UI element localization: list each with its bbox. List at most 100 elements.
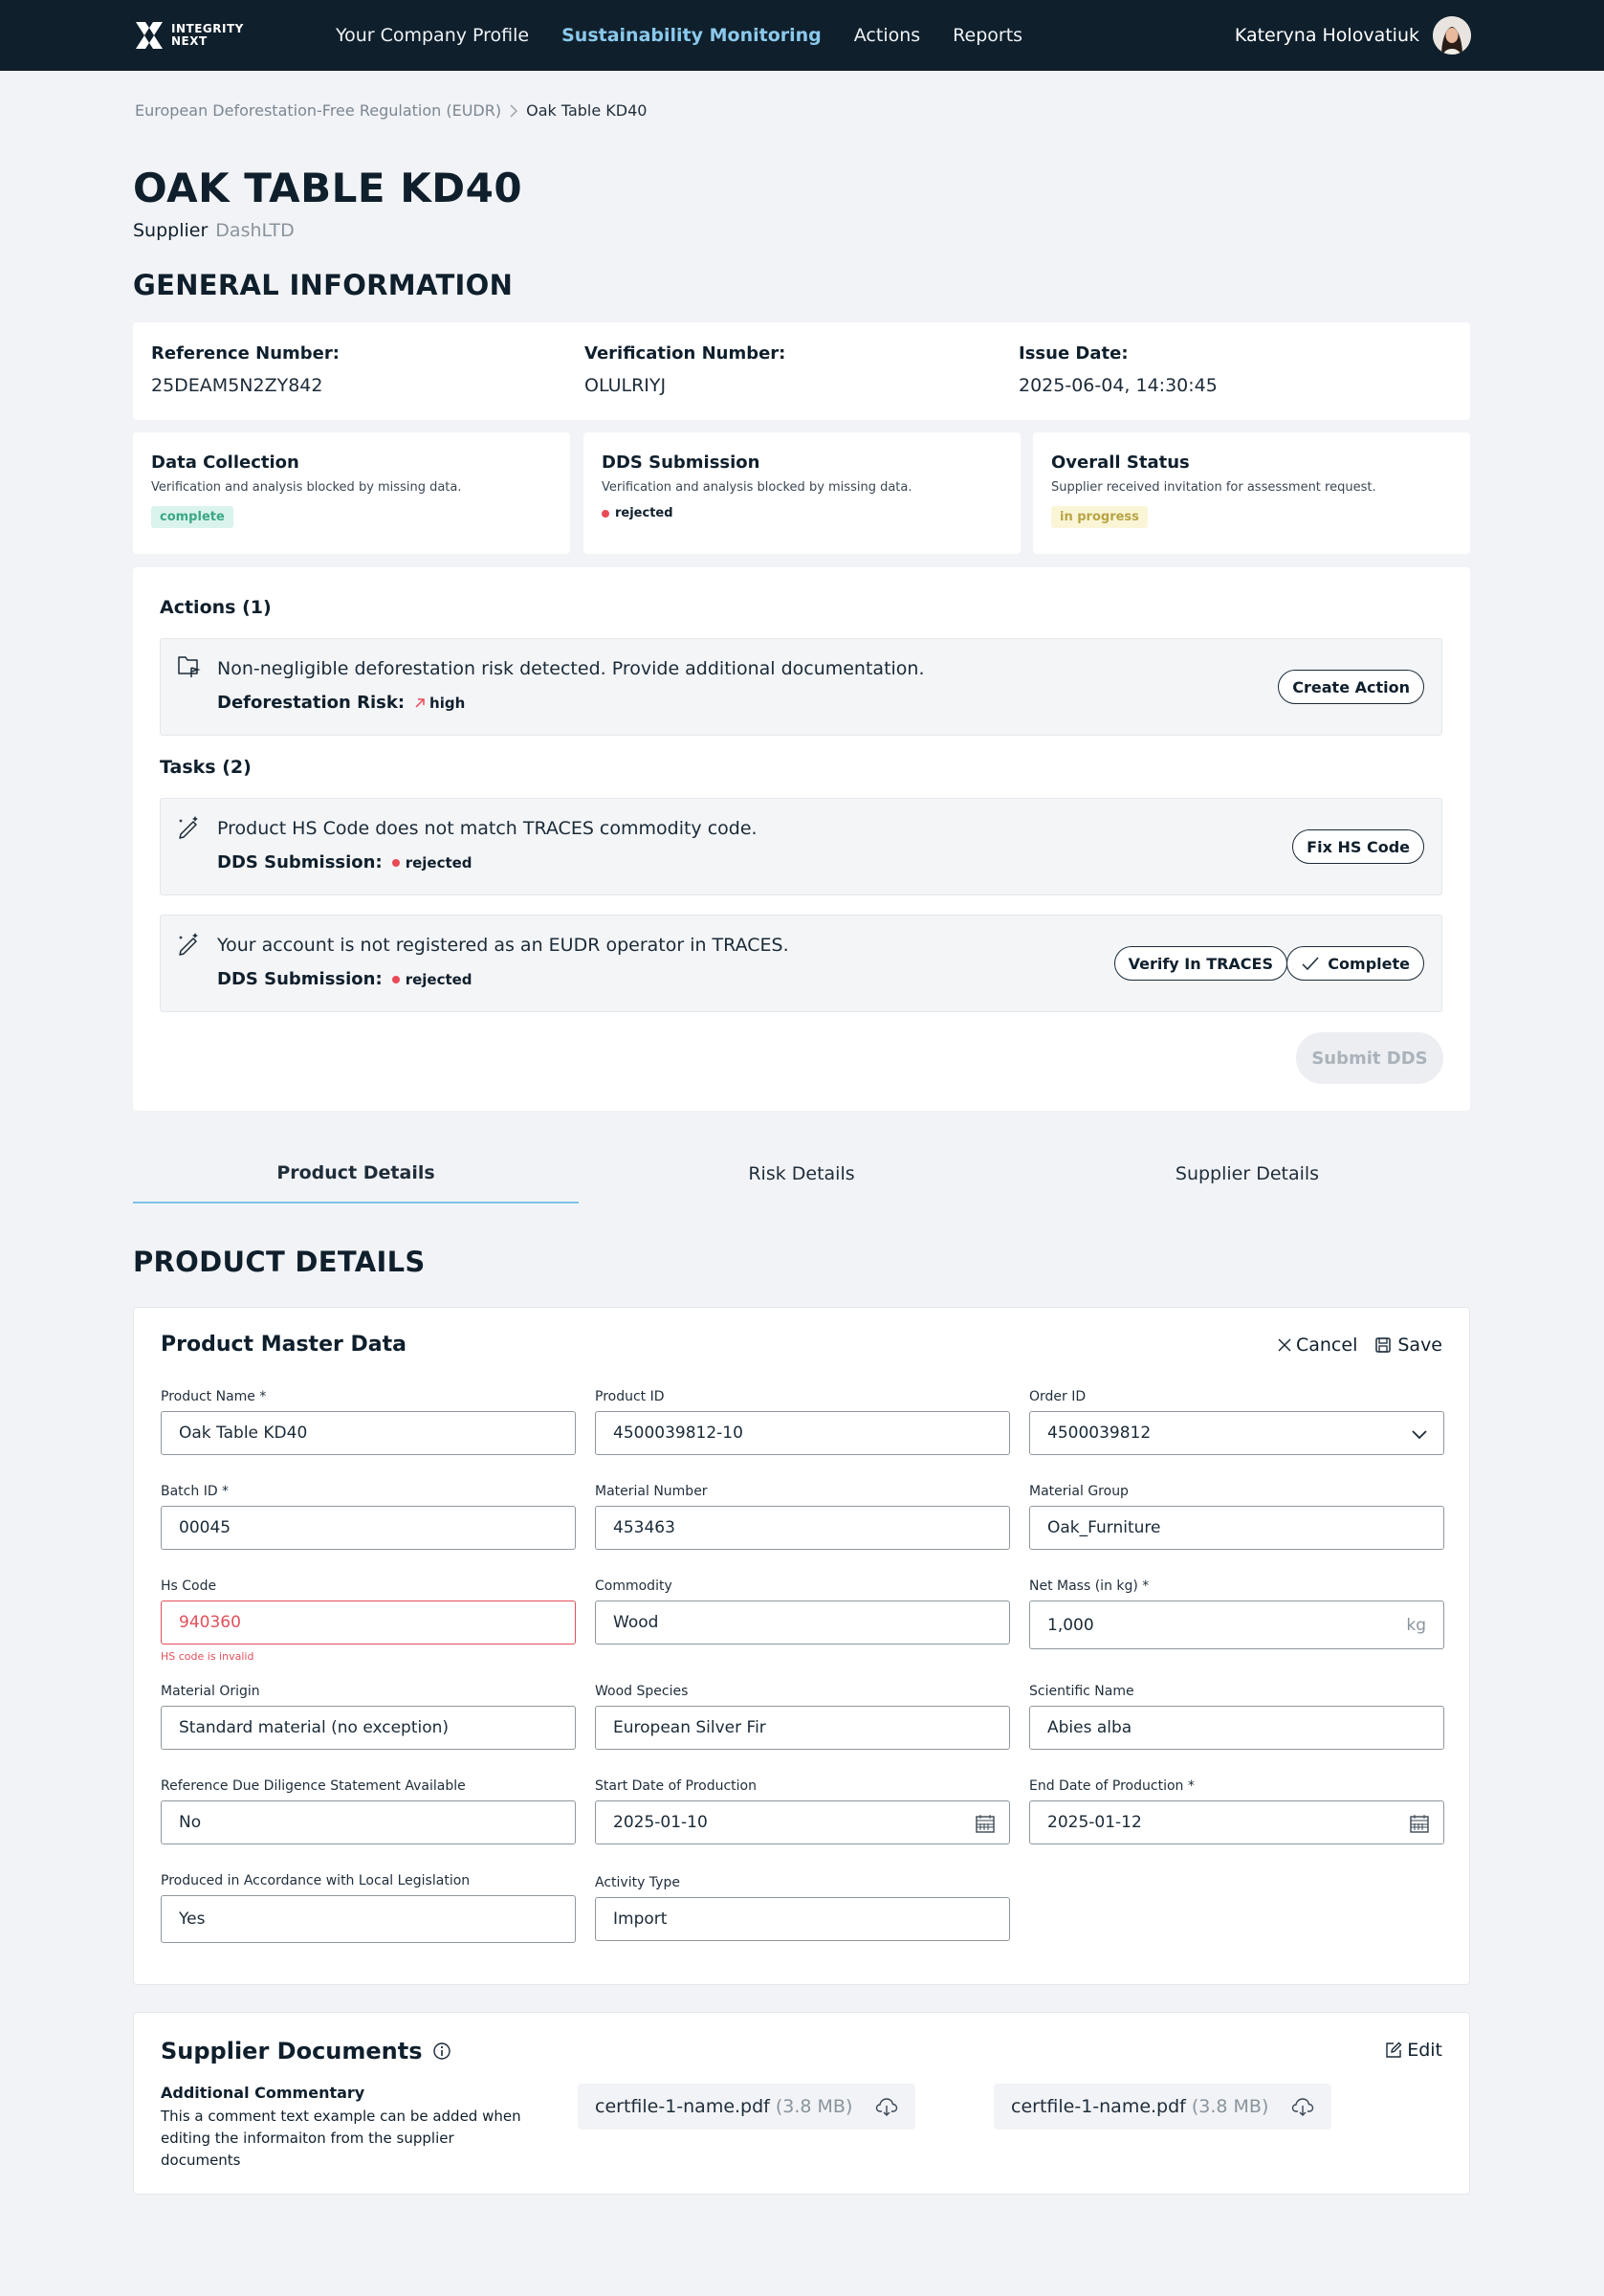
dds-submission-title: DDS Submission (602, 453, 760, 473)
batch-id-input[interactable]: 00045 (161, 1506, 576, 1550)
breadcrumb-parent[interactable]: European Deforestation-Free Regulation (… (135, 101, 501, 120)
supplier-value[interactable]: DashLTD (215, 220, 294, 241)
field-label: Scientific Name (1029, 1684, 1134, 1699)
dds-submission-label: DDS Submission: (217, 852, 383, 872)
field-label: Commodity (595, 1578, 672, 1594)
product-id-input[interactable]: 4500039812-10 (595, 1411, 1010, 1455)
breadcrumb: European Deforestation-Free Regulation (… (135, 101, 647, 120)
field-label: Material Number (595, 1484, 708, 1499)
field-label: Material Origin (161, 1684, 260, 1699)
rejected-dot (391, 975, 400, 983)
local-legislation-input[interactable]: Yes (161, 1895, 576, 1943)
documents-header: Supplier Documents (161, 2038, 451, 2064)
risk-level: high (429, 694, 466, 712)
field-label: Batch ID * (161, 1484, 230, 1499)
net-mass-field: Net Mass (in kg) * 1,000 kg (1029, 1578, 1444, 1649)
magic-pen-icon (179, 933, 198, 956)
fix-hs-code-button[interactable]: Fix HS Code (1292, 829, 1424, 864)
field-label: Product ID (595, 1389, 665, 1404)
document-file[interactable]: certfile-1-name.pdf (3.8 MB) (994, 2084, 1332, 2130)
submit-dds-button[interactable]: Submit DDS (1296, 1032, 1443, 1084)
brand-logo[interactable]: INTEGRITY NEXT (133, 19, 244, 52)
file-size: (3.8 MB) (775, 2096, 853, 2117)
verification-label: Verification Number: (584, 343, 786, 364)
start-date-input[interactable]: 2025-01-10 (595, 1800, 1010, 1844)
nav-company-profile[interactable]: Your Company Profile (336, 25, 529, 46)
product-details-title: PRODUCT DETAILS (133, 1246, 426, 1278)
wood-species-input[interactable]: European Silver Fir (595, 1706, 1010, 1750)
cloud-download-icon[interactable] (1291, 2096, 1314, 2117)
rejected-label: rejected (405, 853, 472, 872)
avatar[interactable] (1433, 16, 1471, 55)
nav-sustainability-monitoring[interactable]: Sustainability Monitoring (561, 25, 822, 46)
commentary-label: Additional Commentary (161, 2084, 365, 2102)
user-menu[interactable]: Kateryna Holovatiuk (1235, 0, 1471, 71)
issue-date-value: 2025-06-04, 14:30:45 (1019, 375, 1218, 396)
file-name: certfile-1-name.pdf (1011, 2096, 1186, 2117)
cancel-label: Cancel (1295, 1335, 1358, 1356)
order-id-value: 4500039812 (1047, 1424, 1152, 1443)
product-name-input[interactable]: Oak Table KD40 (161, 1411, 576, 1455)
calendar-icon[interactable] (1409, 1813, 1430, 1834)
file-size: (3.8 MB) (1191, 2096, 1269, 2117)
field-label: Reference Due Diligence Statement Availa… (161, 1778, 466, 1794)
product-name-field: Product Name * Oak Table KD40 (161, 1389, 576, 1455)
task-meta: DDS Submission: rejected (217, 969, 472, 989)
magic-pen-icon (179, 816, 198, 839)
material-group-input[interactable]: Oak_Furniture (1029, 1506, 1444, 1550)
material-number-field: Material Number 453463 (595, 1484, 1010, 1550)
brand-line-2: NEXT (171, 34, 208, 48)
reference-dds-input[interactable]: No (161, 1800, 576, 1844)
action-text: Non-negligible deforestation risk detect… (217, 658, 925, 679)
material-number-input[interactable]: 453463 (595, 1506, 1010, 1550)
activity-type-input[interactable]: Import (595, 1897, 1010, 1941)
user-name[interactable]: Kateryna Holovatiuk (1235, 25, 1419, 46)
nav-actions[interactable]: Actions (854, 25, 920, 46)
main-nav: Your Company Profile Sustainability Moni… (319, 0, 1039, 71)
edit-button[interactable]: Edit (1385, 2040, 1442, 2061)
reference-label: Reference Number: (151, 343, 340, 364)
start-date-value: 2025-01-10 (613, 1813, 708, 1832)
edit-icon (1386, 2042, 1402, 2058)
dds-submission-desc: Verification and analysis blocked by mis… (602, 480, 912, 495)
task-meta: DDS Submission: rejected (217, 852, 472, 872)
save-icon (1375, 1337, 1392, 1353)
order-id-select[interactable]: 4500039812 (1029, 1411, 1444, 1455)
complete-label: Complete (1328, 954, 1410, 973)
document-file[interactable]: certfile-1-name.pdf (3.8 MB) (578, 2084, 916, 2130)
scientific-name-input[interactable]: Abies alba (1029, 1706, 1444, 1750)
data-collection-desc: Verification and analysis blocked by mis… (151, 480, 462, 495)
complete-button[interactable]: Complete (1286, 946, 1424, 981)
calendar-icon[interactable] (975, 1813, 996, 1834)
cloud-download-icon[interactable] (875, 2096, 898, 2117)
nav-reports[interactable]: Reports (953, 25, 1022, 46)
tab-product-details[interactable]: Product Details (133, 1144, 579, 1203)
tab-risk-details[interactable]: Risk Details (579, 1144, 1024, 1203)
field-label: Product Name * (161, 1389, 267, 1404)
rejected-dot (602, 509, 609, 518)
end-date-input[interactable]: 2025-01-12 (1029, 1800, 1444, 1844)
material-origin-input[interactable]: Standard material (no exception) (161, 1706, 576, 1750)
cancel-button[interactable]: Cancel (1277, 1335, 1357, 1356)
reference-number: Reference Number: 25DEAM5N2ZY842 (151, 343, 340, 396)
save-button[interactable]: Save (1374, 1335, 1442, 1356)
brand-wordmark: INTEGRITY NEXT (171, 23, 244, 48)
dds-submission-label: DDS Submission: (217, 969, 383, 989)
verify-in-traces-button[interactable]: Verify In TRACES (1113, 946, 1287, 981)
tab-supplier-details[interactable]: Supplier Details (1024, 1144, 1470, 1203)
create-action-button[interactable]: Create Action (1278, 670, 1424, 704)
info-icon[interactable] (432, 2042, 451, 2061)
overall-status-desc: Supplier received invitation for assessm… (1051, 480, 1376, 495)
field-label: Order ID (1029, 1389, 1087, 1404)
task-row: Your account is not registered as an EUD… (160, 915, 1442, 1012)
material-origin-field: Material Origin Standard material (no ex… (161, 1684, 576, 1750)
tasks-heading: Tasks (2) (160, 757, 252, 778)
net-mass-unit: kg (1406, 1615, 1426, 1635)
hs-code-field: Hs Code 940360 HS code is invalid (161, 1578, 576, 1663)
overall-status-title: Overall Status (1051, 453, 1190, 473)
documents-title: Supplier Documents (161, 2038, 423, 2064)
verification-number: Verification Number: OLULRIYJ (584, 343, 785, 396)
hs-code-input[interactable]: 940360 (161, 1601, 576, 1645)
commodity-input[interactable]: Wood (595, 1601, 1010, 1645)
net-mass-input[interactable]: 1,000 kg (1029, 1601, 1444, 1649)
